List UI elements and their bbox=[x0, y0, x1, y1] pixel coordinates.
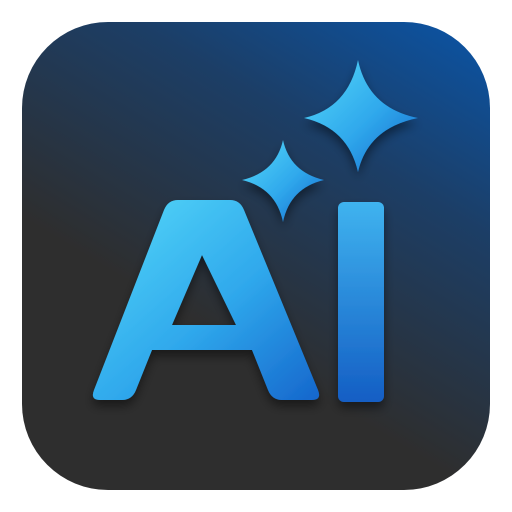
ai-sparkle-app-icon bbox=[14, 14, 498, 498]
app-icon-canvas: AI bbox=[0, 0, 512, 512]
letter-i-glyph bbox=[338, 202, 384, 402]
